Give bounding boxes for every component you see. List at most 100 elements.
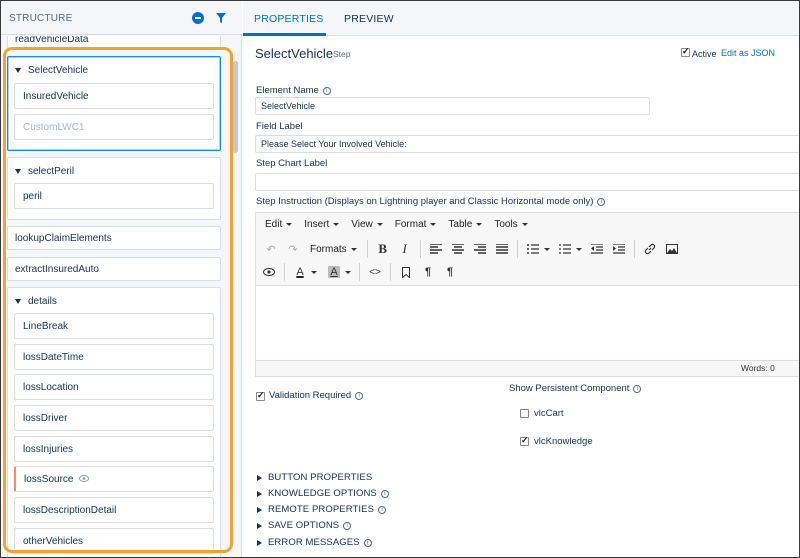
vlccart-checkbox[interactable] <box>520 409 529 418</box>
structure-group-selectvehicle[interactable]: SelectVehicle InsuredVehicle CustomLWC1 <box>7 56 221 151</box>
undo-icon[interactable]: ↶ <box>260 238 282 260</box>
text-color-icon[interactable]: A <box>289 261 311 283</box>
bold-icon[interactable]: B <box>372 238 394 260</box>
structure-item-lossdatetime[interactable]: lossDateTime <box>14 344 214 370</box>
formats-dropdown[interactable]: Formats <box>310 244 357 255</box>
item-label: InsuredVehicle <box>23 90 89 102</box>
label-text: Field Label <box>256 121 303 132</box>
section-knowledge-options[interactable]: KNOWLEDGE OPTIONS i <box>257 488 389 499</box>
menu-label: Insert <box>304 218 330 230</box>
section-label: REMOTE PROPERTIES <box>268 504 375 515</box>
caret-icon[interactable] <box>575 247 582 251</box>
menu-edit[interactable]: Edit <box>265 218 293 230</box>
align-right-icon[interactable] <box>469 238 491 260</box>
info-icon[interactable]: i <box>597 197 606 206</box>
structure-group-selectperil[interactable]: selectPeril peril <box>7 157 221 220</box>
menu-tools[interactable]: Tools <box>494 219 528 230</box>
section-error-messages[interactable]: ERROR MESSAGES i <box>257 537 372 548</box>
structure-list[interactable]: readVehicleData SelectVehicle InsuredVeh… <box>1 36 242 557</box>
indent-icon[interactable] <box>608 238 630 260</box>
editor-content-area[interactable] <box>256 285 799 361</box>
info-icon[interactable]: i <box>380 489 389 498</box>
structure-item-losslocation[interactable]: lossLocation <box>14 374 214 400</box>
structure-item-insuredvehicle[interactable]: InsuredVehicle <box>14 83 214 109</box>
vlcknowledge-checkbox[interactable] <box>520 435 529 446</box>
chevron-down-icon[interactable] <box>15 299 21 304</box>
align-justify-icon[interactable] <box>491 238 513 260</box>
numbered-list-icon[interactable] <box>554 238 576 260</box>
vlccart-label: vlcCart <box>534 408 564 419</box>
info-icon[interactable]: i <box>633 384 642 393</box>
step-chart-label-input[interactable] <box>255 173 799 191</box>
toolbar-separator <box>359 263 360 281</box>
menu-table[interactable]: Table <box>448 219 483 230</box>
structure-item-readvehicledata[interactable]: readVehicleData <box>7 36 221 50</box>
formats-label: Formats <box>310 243 347 255</box>
source-code-icon[interactable]: <> <box>364 261 386 283</box>
filter-icon[interactable] <box>215 12 227 24</box>
structure-item-lossdescriptiondetail[interactable]: lossDescriptionDetail <box>14 497 214 523</box>
tab-preview[interactable]: PREVIEW <box>344 13 394 25</box>
item-label: lookupClaimElements <box>15 232 112 244</box>
menu-view[interactable]: View <box>351 219 383 230</box>
preview-eye-icon[interactable] <box>258 261 280 283</box>
info-icon[interactable]: i <box>355 391 364 400</box>
section-save-options[interactable]: SAVE OPTIONS i <box>257 520 352 531</box>
structure-item-othervehicles[interactable]: otherVehicles <box>14 528 214 554</box>
outdent-icon[interactable] <box>586 238 608 260</box>
structure-item-customlwc1[interactable]: CustomLWC1 <box>14 114 214 140</box>
link-icon[interactable] <box>639 238 661 260</box>
info-icon[interactable]: i <box>343 521 352 530</box>
validation-required-checkbox[interactable] <box>256 390 265 401</box>
tab-properties[interactable]: PROPERTIES <box>254 13 324 25</box>
info-icon[interactable]: i <box>322 86 331 95</box>
structure-item-linebreak[interactable]: LineBreak <box>14 313 214 339</box>
section-remote-properties[interactable]: REMOTE PROPERTIES i <box>257 504 387 515</box>
structure-item-lossinjuries[interactable]: lossInjuries <box>14 436 214 462</box>
active-checkbox[interactable] <box>681 46 690 57</box>
structure-title: STRUCTURE <box>9 13 73 24</box>
element-name-input[interactable]: SelectVehicle <box>255 97 650 115</box>
edit-as-json-link[interactable]: Edit as JSON <box>721 48 775 58</box>
item-label: peril <box>23 190 42 202</box>
group-header[interactable]: details <box>15 296 57 307</box>
item-label: lossSource <box>24 473 74 485</box>
structure-item-lookupclaimelements[interactable]: lookupClaimElements <box>7 226 221 250</box>
align-left-icon[interactable] <box>425 238 447 260</box>
background-color-icon[interactable]: A <box>323 261 345 283</box>
ltr-direction-icon[interactable]: ¶ <box>417 261 439 283</box>
menu-insert[interactable]: Insert <box>304 218 340 230</box>
structure-group-details[interactable]: details LineBreak lossDateTime lossLocat… <box>7 287 221 557</box>
group-header[interactable]: SelectVehicle <box>15 65 88 76</box>
align-center-icon[interactable] <box>447 238 469 260</box>
info-icon[interactable]: i <box>363 538 372 547</box>
collapse-all-icon[interactable] <box>192 12 204 24</box>
bookmark-icon[interactable] <box>395 261 417 283</box>
rtl-direction-icon[interactable]: ¶ <box>439 261 461 283</box>
structure-item-losssource[interactable]: lossSource <box>14 466 214 492</box>
chevron-down-icon[interactable] <box>15 169 21 174</box>
section-label: SAVE OPTIONS <box>268 520 340 531</box>
redo-icon[interactable]: ↷ <box>282 238 304 260</box>
caret-icon[interactable] <box>345 270 351 274</box>
structure-scrollbar[interactable] <box>233 61 238 153</box>
italic-icon[interactable]: I <box>394 238 416 260</box>
structure-item-extractinsuredauto[interactable]: extractInsuredAuto <box>7 257 221 281</box>
bullet-list-icon[interactable] <box>522 238 544 260</box>
menu-label: Edit <box>265 218 283 230</box>
toolbar-separator <box>284 263 285 281</box>
image-icon[interactable] <box>661 238 683 260</box>
chevron-down-icon[interactable] <box>15 68 21 73</box>
field-label-input[interactable]: Please Select Your Involved Vehicle: <box>255 135 799 153</box>
structure-item-peril[interactable]: peril <box>14 183 214 209</box>
show-persistent-component-label: Show Persistent Component i <box>509 383 642 394</box>
structure-header: STRUCTURE <box>1 1 242 35</box>
caret-icon[interactable] <box>311 270 317 274</box>
section-button-properties[interactable]: BUTTON PROPERTIES <box>257 472 372 483</box>
menu-format[interactable]: Format <box>395 219 437 230</box>
structure-item-lossdriver[interactable]: lossDriver <box>14 405 214 431</box>
group-header[interactable]: selectPeril <box>15 166 74 177</box>
info-icon[interactable]: i <box>378 505 387 514</box>
group-label: SelectVehicle <box>28 65 89 76</box>
caret-icon[interactable] <box>543 247 550 251</box>
